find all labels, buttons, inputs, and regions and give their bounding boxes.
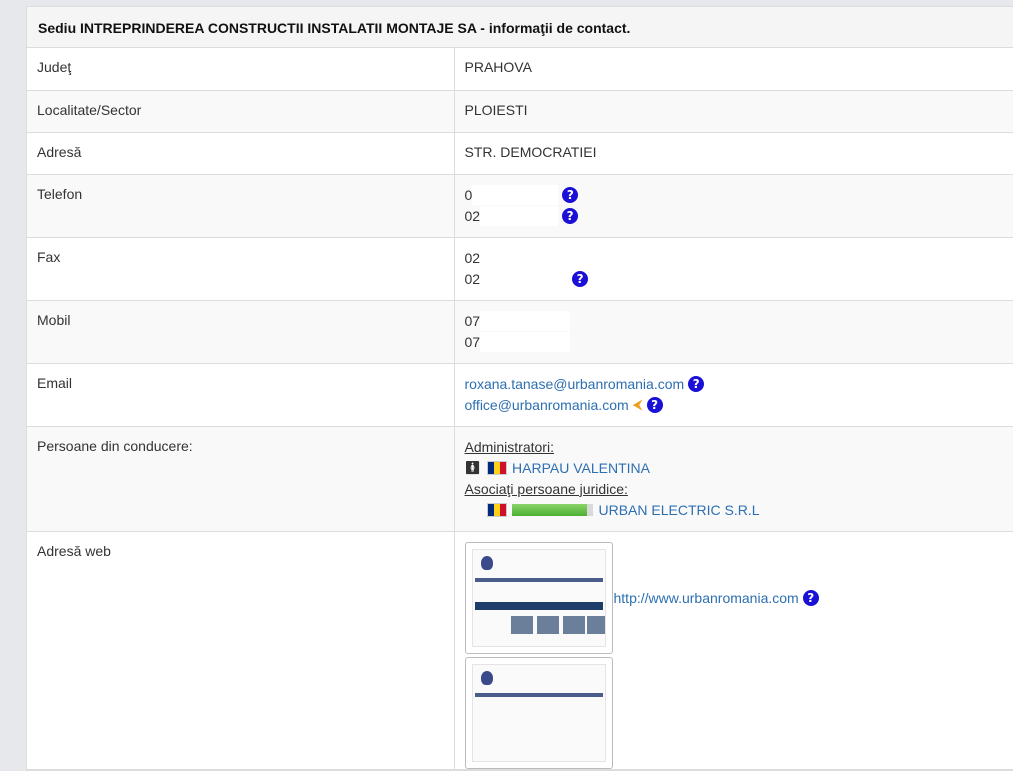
fax-line: 02 [465, 248, 1013, 269]
share-icon[interactable]: ⮜ [633, 395, 643, 416]
label-adresa: Adresă [27, 132, 454, 174]
administrator-link[interactable]: HARPAU VALENTINA [512, 458, 650, 479]
row-email: Email roxana.tanase@urbanromania.com? of… [27, 363, 1013, 426]
help-icon[interactable]: ? [562, 208, 578, 224]
phone-number: 0 [465, 185, 473, 206]
row-judet: Judeţ PRAHOVA [27, 48, 1013, 90]
label-telefon: Telefon [27, 174, 454, 237]
fax-number: 02 [465, 269, 481, 290]
value-adresa: STR. DEMOCRATIEI [454, 132, 1013, 174]
phone-line: 02? [465, 206, 1013, 227]
fax-line: 02? [465, 269, 1013, 290]
row-adresa: Adresă STR. DEMOCRATIEI [27, 132, 1013, 174]
help-icon[interactable]: ? [647, 397, 663, 413]
contact-panel: Sediu INTREPRINDEREA CONSTRUCTII INSTALA… [26, 6, 1013, 771]
contact-table: Judeţ PRAHOVA Localitate/Sector PLOIESTI… [27, 48, 1013, 770]
phone-number: 02 [465, 206, 481, 227]
mobile-number: 07 [465, 332, 481, 353]
person-icon: 🚺︎ [465, 458, 482, 479]
value-judet: PRAHOVA [454, 48, 1013, 90]
website-thumbnail[interactable] [465, 542, 613, 654]
asociati-heading: Asociaţi persoane juridice: [465, 479, 628, 500]
row-telefon: Telefon 0? 02? [27, 174, 1013, 237]
label-localitate: Localitate/Sector [27, 90, 454, 132]
help-icon[interactable]: ? [688, 376, 704, 392]
label-web: Adresă web [27, 531, 454, 769]
row-mobil: Mobil 07 07 [27, 300, 1013, 363]
label-judet: Judeţ [27, 48, 454, 90]
label-email: Email [27, 363, 454, 426]
row-fax: Fax 02 02? [27, 237, 1013, 300]
mobile-number: 07 [465, 311, 481, 332]
email-link[interactable]: office@urbanromania.com [465, 395, 629, 416]
mobile-line: 07 [465, 311, 1013, 332]
help-icon[interactable]: ? [803, 590, 819, 606]
phone-line: 0? [465, 185, 1013, 206]
label-fax: Fax [27, 237, 454, 300]
fax-number: 02 [465, 248, 481, 269]
romania-flag-icon [487, 503, 507, 517]
help-icon[interactable]: ? [562, 187, 578, 203]
row-localitate: Localitate/Sector PLOIESTI [27, 90, 1013, 132]
rating-bar [512, 504, 593, 516]
website-link[interactable]: http://www.urbanromania.com [614, 590, 799, 606]
panel-title: Sediu INTREPRINDEREA CONSTRUCTII INSTALA… [27, 7, 1013, 48]
website-thumbnail[interactable] [465, 657, 613, 769]
label-persoane: Persoane din conducere: [27, 426, 454, 531]
label-mobil: Mobil [27, 300, 454, 363]
romania-flag-icon [487, 461, 507, 475]
email-link[interactable]: roxana.tanase@urbanromania.com [465, 374, 685, 395]
row-persoane: Persoane din conducere: Administratori: … [27, 426, 1013, 531]
help-icon[interactable]: ? [572, 271, 588, 287]
asociat-link[interactable]: URBAN ELECTRIC S.R.L [599, 500, 760, 521]
row-web: Adresă web http://www [27, 531, 1013, 769]
value-localitate: PLOIESTI [454, 90, 1013, 132]
mobile-line: 07 [465, 332, 1013, 353]
administratori-heading: Administratori: [465, 437, 554, 458]
